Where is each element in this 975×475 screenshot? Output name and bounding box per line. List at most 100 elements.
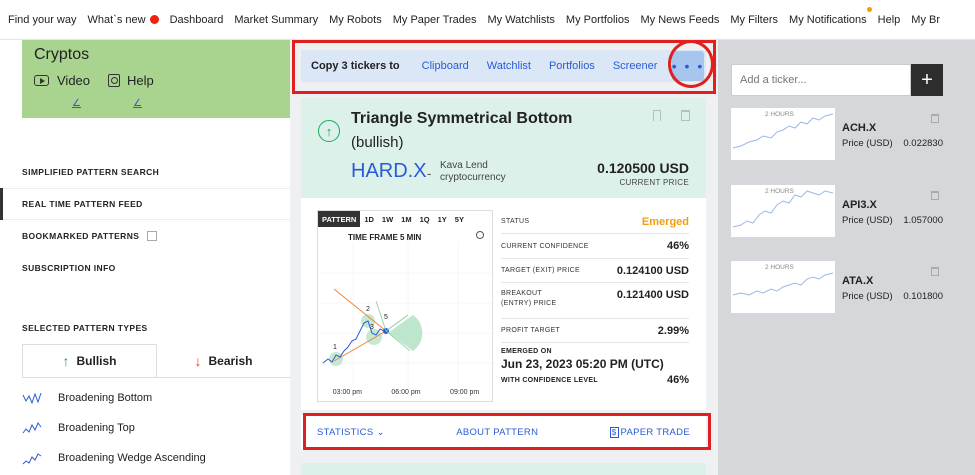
statistics-dropdown[interactable]: STATISTICS ⌄ [317,427,385,438]
tab-bearish[interactable]: ↓ Bearish [157,344,290,377]
pattern-type-label: Broadening Top [58,422,135,434]
sparkline: 2 HOURS [731,185,835,237]
watchlist-item[interactable]: 2 HOURS API3.X Price (USD) 1.057000 [731,185,975,237]
tab-1d[interactable]: 1D [360,211,378,227]
stat-label: CURRENT CONFIDENCE [501,242,589,250]
current-price-value: 0.120500 USD [597,160,689,176]
tab-1m[interactable]: 1M [397,211,415,227]
help-link[interactable]: Help [108,73,154,88]
menu-bookmarked-patterns[interactable]: BOOKMARKED PATTERNS [0,220,290,252]
copy-to-screener-link[interactable]: Screener [613,60,658,72]
pattern-type-list: Broadening Bottom Broadening Top Broaden… [22,383,206,473]
chart-marker: 2 [366,306,370,313]
watchlist-item[interactable]: 2 HOURS ATA.X Price (USD) 0.101800 [731,261,975,313]
confidence-level-label: WITH CONFIDENCE LEVEL [501,376,598,384]
watchlist-item[interactable]: 2 HOURS ACH.X Price (USD) 0.022830 [731,108,975,160]
bearish-label: Bearish [208,353,253,368]
copy-to-clipboard-link[interactable]: Clipboard [422,60,469,72]
add-ticker-input[interactable] [731,64,911,96]
about-pattern-link[interactable]: ABOUT PATTERN [456,427,538,438]
pattern-type-label: Broadening Wedge Ascending [58,452,206,464]
pattern-details: PATTERN 1D 1W 1M 1Q 1Y 5Y TIME FRAME 5 M… [301,198,706,410]
nav-help[interactable]: Help [878,14,901,26]
nav-my-notifications[interactable]: My Notifications [789,6,872,26]
pattern-title: Triangle Symmetrical Bottom [351,110,573,127]
paper-trade-link[interactable]: $ PAPER TRADE [609,427,690,438]
paper-trade-label: PAPER TRADE [620,427,690,438]
help-icon [108,74,121,87]
tab-1q[interactable]: 1Q [416,211,434,227]
watch-symbol: API3.X [842,199,877,211]
trash-icon[interactable] [931,191,939,200]
nav-my-notifications-label: My Notifications [789,13,867,26]
lower-trendline [333,330,387,362]
tab-bullish[interactable]: ↑ Bullish [22,344,157,377]
edit-help-icon[interactable]: ∠ [133,98,142,109]
stat-value: Emerged [641,215,689,228]
x-tick-label: 09:00 pm [450,389,480,396]
nav-my-paper-trades[interactable]: My Paper Trades [393,14,477,26]
stat-label: PROFIT TARGET [501,327,561,334]
sparkline-label: 2 HOURS [765,188,794,195]
emerged-on-date: Jun 23, 2023 05:20 PM (UTC) [501,357,664,371]
trash-icon[interactable] [681,110,690,121]
bullish-bearish-tabs: ↑ Bullish ↓ Bearish [22,344,290,378]
x-tick-label: 06:00 pm [391,389,421,396]
menu-real-time-pattern-feed[interactable]: REAL TIME PATTERN FEED [0,188,290,220]
statistics-label: STATISTICS [317,427,374,438]
watch-price-label: Price (USD) [842,138,893,149]
pattern-type-item[interactable]: Broadening Top [22,413,206,443]
pattern-type-item[interactable]: Broadening Bottom [22,383,206,413]
tab-pattern[interactable]: PATTERN [318,211,361,227]
cryptos-title: Cryptos [34,46,90,63]
watch-price-label: Price (USD) [842,291,893,302]
nav-whats-new[interactable]: What`s new [87,14,159,26]
tab-5y[interactable]: 5Y [451,211,468,227]
pattern-chart[interactable]: 1 2 3 5 [318,243,494,387]
watch-price: 0.101800 [903,291,943,302]
menu-simplified-pattern-search[interactable]: SIMPLIFIED PATTERN SEARCH [0,156,290,188]
copy-to-portfolios-link[interactable]: Portfolios [549,60,595,72]
nav-my-filters[interactable]: My Filters [730,14,778,26]
nav-find-your-way[interactable]: Find your way [8,14,76,26]
current-price-label: CURRENT PRICE [619,178,689,187]
pattern-chart-panel: PATTERN 1D 1W 1M 1Q 1Y 5Y TIME FRAME 5 M… [317,210,494,402]
watch-symbol: ACH.X [842,122,877,134]
watch-symbol: ATA.X [842,275,874,287]
breakout-zone [388,315,423,351]
nav-my-br[interactable]: My Br [911,14,940,26]
copy-to-watchlist-link[interactable]: Watchlist [487,60,531,72]
trash-icon[interactable] [931,114,939,123]
more-options-button[interactable]: • • • [672,51,704,81]
chart-marker: 5 [384,314,388,321]
nav-my-portfolios[interactable]: My Portfolios [566,14,630,26]
nav-market-summary[interactable]: Market Summary [234,14,318,26]
video-label: Video [57,73,91,88]
nav-my-watchlists[interactable]: My Watchlists [487,14,554,26]
video-link[interactable]: Video [34,73,90,88]
next-pattern-card [301,463,706,475]
zoom-icon[interactable] [476,231,484,239]
dollar-icon: $ [609,427,619,438]
pattern-direction: (bullish) [351,134,404,151]
broadening-top-icon [22,422,42,434]
add-ticker-button[interactable]: + [911,64,943,96]
stat-profit-target: PROFIT TARGET 2.99% [501,319,689,343]
nav-my-news-feeds[interactable]: My News Feeds [641,14,720,26]
stat-label: BREAKOUT (ENTRY) PRICE [501,290,557,307]
chart-marker: 3 [370,324,374,331]
tab-1y[interactable]: 1Y [434,211,451,227]
bookmark-icon[interactable] [653,110,661,121]
edit-video-icon[interactable]: ∠ [72,98,81,109]
nav-dashboard[interactable]: Dashboard [170,14,224,26]
pattern-type-item[interactable]: Broadening Wedge Ascending [22,443,206,473]
ticker-symbol[interactable]: HARD.X [351,160,427,183]
upper-trendline [333,288,387,332]
tab-1w[interactable]: 1W [378,211,397,227]
menu-subscription-info[interactable]: SUBSCRIPTION INFO [0,252,290,284]
trash-icon[interactable] [931,267,939,276]
stat-label: STATUS [501,218,530,225]
sparkline-label: 2 HOURS [765,264,794,271]
nav-my-robots[interactable]: My Robots [329,14,382,26]
stat-status: STATUS Emerged [501,210,689,234]
